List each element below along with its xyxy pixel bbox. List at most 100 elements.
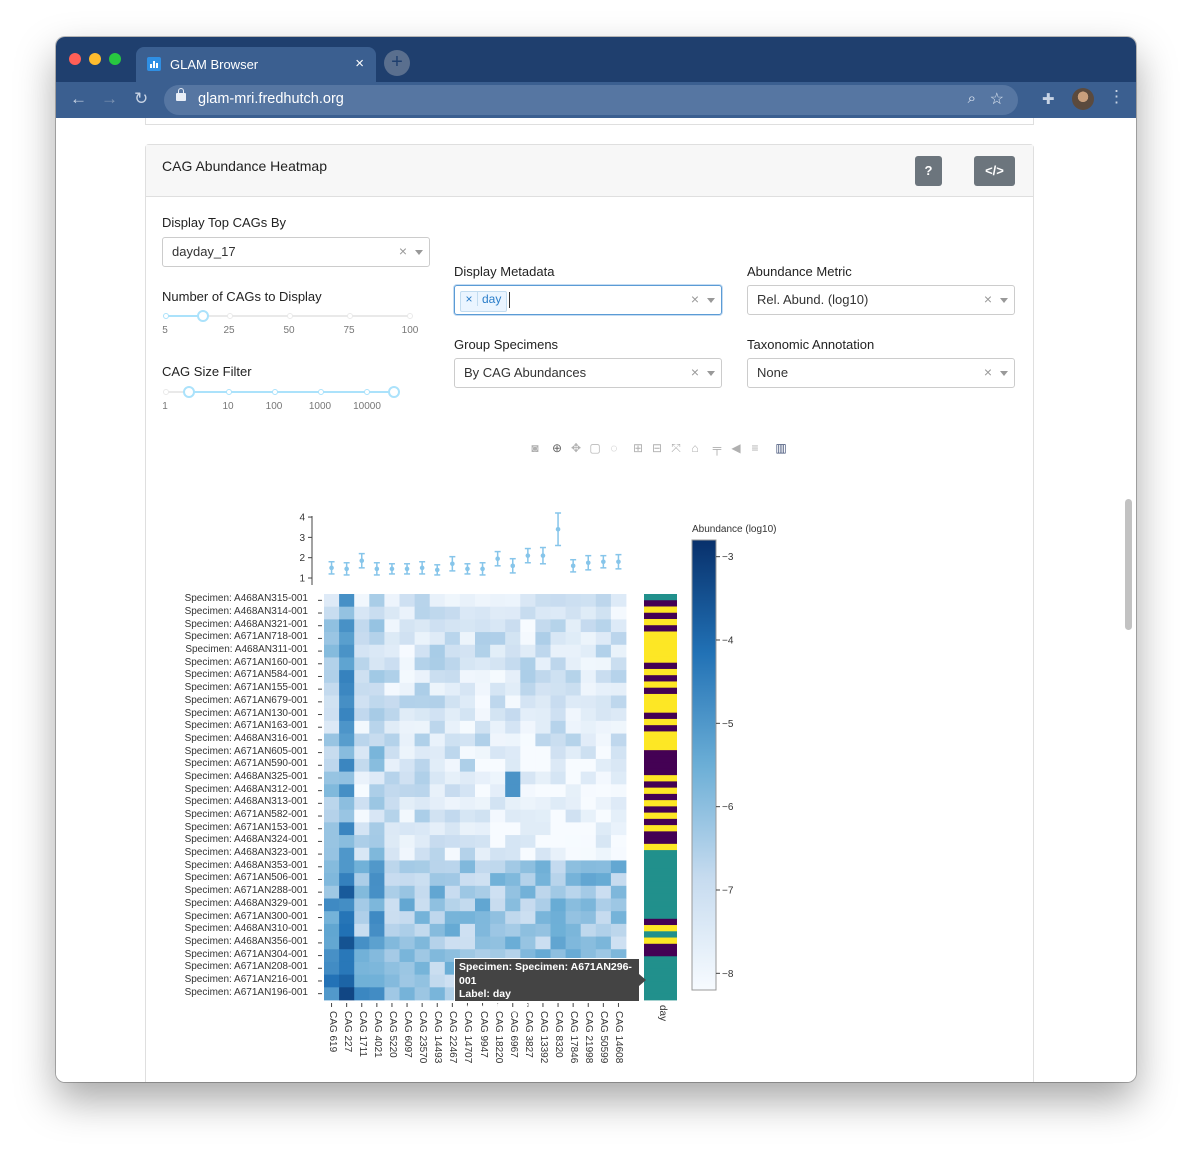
- heatmap-cell: [384, 987, 400, 1001]
- colorbar-tick-label: −5: [722, 719, 734, 730]
- heatmap-cell: [535, 644, 551, 658]
- heatmap-cell: [324, 809, 340, 823]
- heatmap-cell: [369, 670, 385, 684]
- back-arrow-icon[interactable]: ←: [70, 89, 87, 109]
- heatmap-cell: [550, 797, 566, 811]
- heatmap-cell: [595, 860, 612, 874]
- heatmap-cell: [369, 987, 385, 1001]
- heatmap-cell: [429, 758, 446, 773]
- heatmap-cell: [369, 682, 385, 696]
- minimize-window-button[interactable]: [89, 53, 101, 65]
- heatmap-cell: [520, 898, 536, 912]
- heatmap-cell: [490, 758, 506, 773]
- heatmap-chart[interactable]: day 1 2 3 4 Abundance (log10) −3 −4 −5 −6 −7 −8: [146, 145, 1033, 1082]
- heatmap-cell: [505, 873, 521, 887]
- heatmap-cell: [339, 923, 355, 937]
- heatmap-cell: [475, 771, 491, 785]
- heatmap-cell: [535, 606, 551, 620]
- heatmap-card: CAG Abundance Heatmap ? </> Display Top …: [145, 144, 1034, 1082]
- heatmap-cell: [324, 860, 340, 874]
- address-bar[interactable]: glam-mri.fredhutch.org ⌕ ☆: [164, 85, 1018, 115]
- forward-arrow-icon[interactable]: →: [101, 89, 118, 109]
- heatmap-cell: [490, 911, 506, 925]
- heatmap-cell: [429, 720, 446, 734]
- heatmap-cell: [565, 784, 582, 798]
- close-window-button[interactable]: [69, 53, 81, 65]
- metadata-cell: [644, 850, 677, 857]
- tab-close-icon[interactable]: ×: [355, 55, 364, 72]
- mean-point: [601, 559, 606, 565]
- extensions-puzzle-icon[interactable]: ✚: [1042, 90, 1055, 108]
- top-panel-tick-label: 2: [299, 553, 305, 564]
- heatmap-cell: [580, 733, 597, 747]
- browser-tab[interactable]: GLAM Browser ×: [136, 47, 376, 82]
- heatmap-cell: [399, 733, 415, 747]
- heatmap-cell: [505, 809, 521, 823]
- colorbar-title: Abundance (log10): [692, 524, 777, 535]
- metadata-cell: [644, 981, 677, 988]
- heatmap-cell: [459, 898, 476, 912]
- heatmap-cell: [459, 733, 476, 747]
- heatmap-cell: [550, 594, 566, 608]
- heatmap-cell: [339, 657, 355, 671]
- heatmap-cell: [595, 822, 612, 836]
- reload-icon[interactable]: ↻: [134, 89, 148, 109]
- heatmap-cell: [580, 771, 597, 785]
- maximize-window-button[interactable]: [109, 53, 121, 65]
- mean-point: [525, 553, 531, 558]
- heatmap-cell: [459, 923, 476, 937]
- heatmap-cell: [429, 835, 446, 849]
- heatmap-cell: [384, 923, 400, 937]
- bookmark-star-icon[interactable]: ☆: [990, 89, 1004, 109]
- heatmap-cell: [550, 847, 566, 861]
- heatmap-cell: [505, 619, 521, 633]
- metadata-cell: [644, 650, 677, 657]
- heatmap-cell: [475, 936, 491, 950]
- heatmap-cell: [505, 911, 521, 925]
- kebab-menu-icon[interactable]: ⋮: [1108, 87, 1125, 107]
- heatmap-cell: [520, 695, 536, 709]
- heatmap-cell: [610, 682, 627, 696]
- tooltip-line: Label: day: [459, 988, 511, 1000]
- heatmap-cell: [354, 708, 370, 722]
- metadata-cell: [644, 993, 677, 1001]
- heatmap-cell: [490, 797, 506, 811]
- heatmap-cell: [429, 809, 446, 823]
- heatmap-cell: [520, 936, 536, 950]
- metadata-cell: [644, 925, 677, 932]
- heatmap-cell: [444, 758, 461, 773]
- heatmap-cell: [520, 911, 536, 925]
- heatmap-cell: [399, 758, 415, 773]
- heatmap-cell: [384, 682, 400, 696]
- new-tab-button[interactable]: +: [384, 50, 410, 76]
- profile-avatar[interactable]: [1072, 88, 1094, 110]
- heatmap-cell: [339, 644, 355, 658]
- heatmap-cell: [505, 720, 521, 734]
- heatmap-cell: [414, 746, 431, 760]
- heatmap-cell: [505, 936, 521, 950]
- heatmap-cell: [550, 619, 566, 633]
- scrollbar-thumb[interactable]: [1125, 499, 1132, 630]
- heatmap-cell: [565, 835, 582, 849]
- heatmap-cell: [324, 974, 340, 988]
- heatmap-cell: [354, 809, 370, 823]
- heatmap-cell: [354, 822, 370, 836]
- heatmap-cell: [595, 708, 612, 722]
- heatmap-cell: [384, 695, 400, 709]
- heatmap-cell: [414, 670, 431, 684]
- heatmap-cell: [565, 632, 582, 646]
- heatmap-cell: [505, 733, 521, 747]
- heatmap-cell: [505, 797, 521, 811]
- metadata-cell: [644, 612, 677, 620]
- heatmap-cell: [595, 670, 612, 684]
- heatmap-cell: [565, 898, 582, 912]
- heatmap-cell: [369, 911, 385, 925]
- heatmap-cell: [414, 657, 431, 671]
- heatmap-cell: [414, 809, 431, 823]
- heatmap-cell: [580, 746, 597, 760]
- heatmap-cell: [490, 885, 506, 899]
- heatmap-cell: [475, 644, 491, 658]
- heatmap-cell: [535, 784, 551, 798]
- zoom-icon[interactable]: ⌕: [968, 90, 976, 107]
- metadata-cell: [644, 687, 677, 695]
